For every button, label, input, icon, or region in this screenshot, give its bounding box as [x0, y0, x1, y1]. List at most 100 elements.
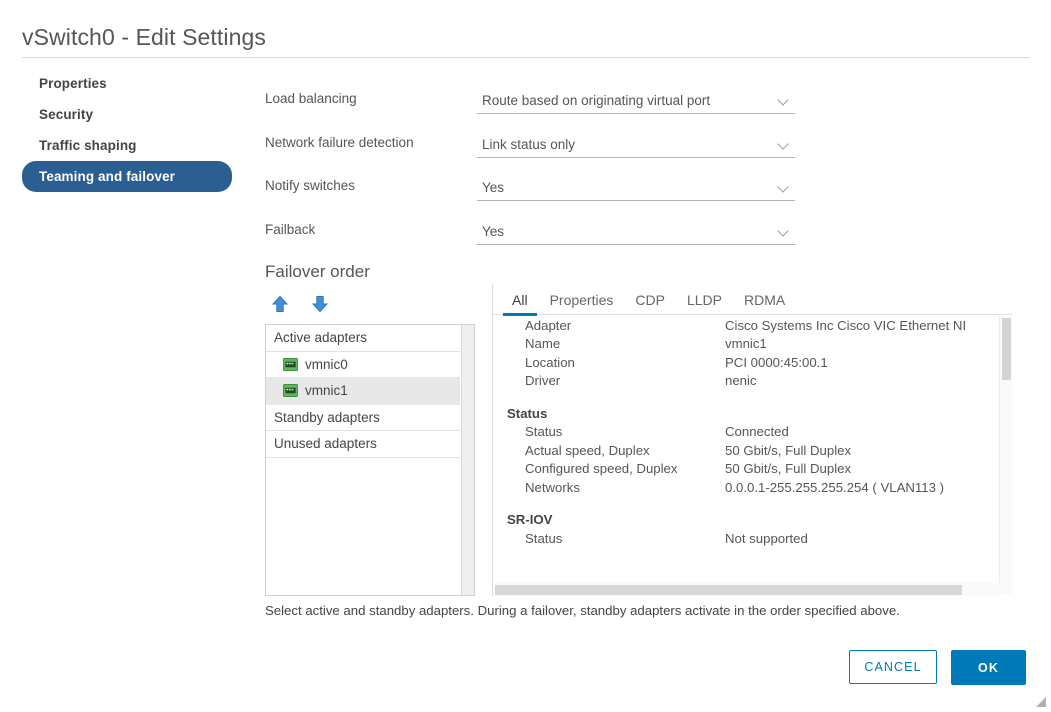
tab-rdma[interactable]: RDMA: [733, 284, 796, 315]
move-up-button[interactable]: [268, 292, 292, 316]
select-load-balancing[interactable]: Route based on originating virtual port: [477, 88, 795, 114]
detail-value: 50 Gbit/s, Full Duplex: [725, 442, 852, 458]
detail-value: Cisco Systems Inc Cisco VIC Ethernet NI: [725, 317, 967, 333]
detail-value: nenic: [725, 373, 757, 389]
detail-value: 50 Gbit/s, Full Duplex: [725, 461, 852, 477]
adapter-group-unused-adapters[interactable]: Unused adapters: [266, 431, 460, 458]
detail-row: Actual speed, Duplex 50 Gbit/s, Full Dupl…: [493, 441, 1013, 460]
sidebar-item-traffic-shaping[interactable]: Traffic shaping: [22, 130, 232, 161]
network-adapter-icon: [283, 384, 298, 398]
select-notify-switches[interactable]: Yes: [477, 175, 795, 201]
sidebar-item-teaming-and-failover[interactable]: Teaming and failover: [22, 161, 232, 192]
sidebar-item-label: Security: [39, 107, 94, 122]
cancel-button[interactable]: CANCEL: [849, 650, 937, 684]
select-value: Link status only: [482, 136, 576, 152]
detail-key: Status: [525, 424, 563, 440]
detail-value: PCI 0000:45:00.1: [725, 354, 828, 370]
detail-tabs: All Properties CDP LLDP RDMA: [493, 284, 1012, 316]
select-value: Yes: [482, 223, 505, 239]
settings-nav: Properties Security Traffic shaping Teaming…: [22, 68, 232, 192]
failover-order-heading: Failover order: [265, 262, 370, 281]
form-row: Load balancing Route based on originating…: [265, 88, 1005, 132]
adapter-detail-panel: All Properties CDP LLDP RDMA Adapter Cisco Sy…: [492, 284, 1012, 596]
detail-key: Adapter: [525, 317, 572, 333]
failover-order-controls: [268, 292, 332, 316]
detail-row: Adapter Cisco Systems Inc Cisco VIC Ether…: [493, 316, 1013, 335]
page-title: vSwitch0 - Edit Settings: [22, 24, 267, 50]
ok-button[interactable]: OK: [951, 650, 1026, 685]
detail-section-header: SR-IOV: [507, 512, 553, 528]
chevron-down-icon: [779, 96, 788, 105]
tab-cdp[interactable]: CDP: [624, 284, 676, 315]
tab-label: CDP: [635, 291, 665, 308]
form-label: Load balancing: [265, 91, 357, 106]
select-failback[interactable]: Yes: [477, 219, 795, 245]
chevron-down-icon: [779, 140, 788, 149]
select-value: Yes: [482, 180, 505, 195]
move-down-button[interactable]: [308, 292, 332, 316]
detail-value: Not supported: [725, 530, 808, 546]
sidebar-item-security[interactable]: Security: [22, 99, 232, 130]
detail-row: Status Not supported: [493, 529, 1013, 548]
form-row: Notify switches Yes: [265, 175, 1005, 219]
tab-label: All: [512, 291, 528, 308]
detail-row: Driver nenic: [493, 372, 1013, 391]
failover-hint-text: Select active and standby adapters. Duri…: [265, 603, 900, 618]
resize-grip-icon[interactable]: [1033, 694, 1047, 708]
detail-vertical-scrollbar[interactable]: [999, 316, 1012, 594]
form-label: Failback: [265, 221, 316, 237]
tab-label: LLDP: [686, 291, 722, 308]
adapter-list-scrollbar[interactable]: [461, 325, 474, 595]
detail-key: Actual speed, Duplex: [525, 442, 650, 458]
detail-row: SR-IOV: [493, 511, 1013, 530]
failover-adapter-list: Active adapters vmnic0 vmnic1 Standby adapt…: [265, 324, 475, 596]
form-row: Network failure detection Link status onl…: [265, 132, 1005, 176]
adapter-row[interactable]: vmnic0: [266, 352, 460, 378]
sidebar-item-label: Properties: [39, 76, 107, 91]
detail-vertical-scroll-thumb[interactable]: [1002, 318, 1011, 380]
detail-key: Configured speed, Duplex: [525, 461, 678, 477]
detail-value: Connected: [725, 424, 789, 440]
tab-label: RDMA: [743, 291, 786, 308]
detail-key: Name: [525, 336, 561, 352]
form-row: Failback Yes: [265, 219, 1005, 263]
tab-properties[interactable]: Properties: [539, 284, 625, 315]
arrow-up-icon: [271, 295, 289, 312]
tab-lldp[interactable]: LLDP: [676, 284, 733, 315]
detail-key: Status: [525, 530, 563, 546]
detail-row: Configured speed, Duplex 50 Gbit/s, Full …: [493, 460, 1013, 479]
select-value: Route based on originating virtual port: [482, 93, 711, 108]
detail-key: Networks: [525, 479, 580, 495]
teaming-form: Load balancing Route based on originating…: [265, 88, 1005, 262]
chevron-down-icon: [779, 183, 788, 192]
form-label: Network failure detection: [265, 134, 414, 150]
adapter-group-label: Standby adapters: [274, 409, 380, 425]
detail-section-header: Status: [507, 405, 548, 421]
adapter-name: vmnic1: [305, 383, 348, 399]
detail-row: Status Connected: [493, 423, 1013, 442]
edit-settings-dialog: vSwitch0 - Edit Settings Properties Secur…: [0, 0, 1051, 712]
adapter-group-standby-adapters[interactable]: Standby adapters: [266, 405, 460, 431]
network-adapter-icon: [283, 357, 298, 371]
adapter-row[interactable]: vmnic1: [266, 378, 460, 405]
sidebar-item-properties[interactable]: Properties: [22, 68, 232, 99]
detail-row: Name vmnic1: [493, 335, 1013, 354]
adapter-group-label: Active adapters: [274, 330, 368, 346]
detail-row: Status: [493, 404, 1013, 423]
tab-all[interactable]: All: [501, 284, 539, 316]
select-network-failure-detection[interactable]: Link status only: [477, 132, 795, 158]
detail-horizontal-scroll-thumb[interactable]: [495, 585, 962, 595]
tab-label: Properties: [549, 291, 614, 308]
adapter-group-active-adapters[interactable]: Active adapters: [266, 325, 460, 352]
detail-properties: Adapter Cisco Systems Inc Cisco VIC Ether…: [493, 316, 1013, 564]
chevron-down-icon: [779, 227, 788, 236]
detail-horizontal-scrollbar[interactable]: [494, 583, 1000, 596]
detail-key: Location: [525, 354, 575, 370]
adapter-group-label: Unused adapters: [274, 436, 377, 452]
detail-row: Networks 0.0.0.1-255.255.255.254 ( VLAN11…: [493, 478, 1013, 497]
sidebar-item-label: Traffic shaping: [39, 138, 137, 153]
detail-key: Driver: [525, 373, 561, 389]
arrow-down-icon: [311, 296, 329, 313]
